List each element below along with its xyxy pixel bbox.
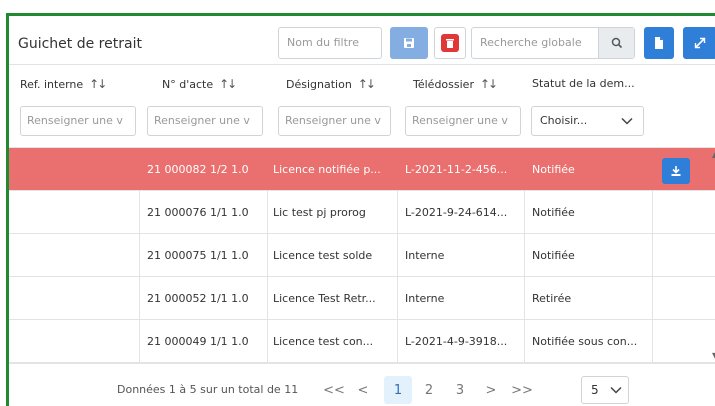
expand-button[interactable] (683, 27, 715, 59)
column-label: Ref. interne (20, 77, 84, 91)
teledossier-cell: L-2021-11-2-456... (405, 163, 508, 176)
column-label: Statut de la dem... (532, 77, 635, 90)
download-icon (671, 166, 681, 176)
table-row[interactable]: 21 000082 1/2 1.0 Licence notifiée p... … (9, 148, 715, 191)
acte-cell: 21 000075 1/1 1.0 (147, 249, 249, 262)
table-row[interactable]: 21 000076 1/1 1.0 Lic test pj prorog L-2… (9, 191, 715, 234)
designation-cell: Licence test solde (273, 249, 373, 262)
teledossier-cell: L-2021-9-24-614... (405, 206, 508, 219)
teledossier-filter-input[interactable]: Renseigner une v (405, 106, 521, 136)
sort-icon[interactable]: ↑↓ (480, 77, 498, 91)
statut-cell: Retirée (532, 292, 572, 305)
acte-cell: 21 000082 1/2 1.0 (147, 163, 249, 176)
acte-cell: 21 000076 1/1 1.0 (147, 206, 249, 219)
export-button[interactable] (644, 27, 674, 59)
panel-title: Guichet de retrait (18, 36, 142, 52)
column-header-acte[interactable]: N° d'acte ↑↓ (162, 77, 237, 91)
retrait-panel: Guichet de retrait Nom du filtre Recherc… (6, 13, 715, 406)
designation-cell: Lic test pj prorog (273, 206, 366, 219)
acte-cell: 21 000052 1/1 1.0 (147, 292, 249, 305)
table-row[interactable]: 21 000052 1/1 1.0 Licence Test Retr... I… (9, 277, 715, 320)
table-row[interactable]: 21 000075 1/1 1.0 Licence test solde Int… (9, 234, 715, 277)
chevron-down-icon (621, 117, 633, 125)
statut-cell: Notifiée sous con... (532, 335, 638, 348)
column-filter-row: Renseigner une v Renseigner une v Rensei… (9, 100, 715, 148)
chevron-down-icon (610, 386, 622, 394)
table-row[interactable]: 21 000049 1/1 1.0 Licence test con... L-… (9, 320, 715, 363)
statut-filter-select[interactable]: Choisir... (531, 106, 644, 136)
global-search-field[interactable]: Recherche globale (471, 27, 635, 59)
search-button[interactable] (598, 28, 634, 58)
designation-cell: Licence Test Retr... (273, 292, 376, 305)
floppy-disk-icon (404, 38, 414, 48)
designation-cell: Licence notifiée p... (273, 163, 381, 176)
trash-icon (441, 34, 459, 52)
teledossier-cell: L-2021-4-9-3918... (405, 335, 508, 348)
column-label: Télédossier (413, 77, 474, 91)
expand-icon (694, 37, 706, 49)
column-header-statut[interactable]: Statut de la dem... (532, 77, 635, 90)
global-search-input[interactable]: Recherche globale (472, 28, 598, 58)
search-icon (611, 37, 622, 49)
last-page-button[interactable]: >> (508, 376, 536, 404)
acte-cell: 21 000049 1/1 1.0 (147, 335, 249, 348)
rows-per-page-select[interactable]: 5 (581, 376, 629, 404)
filter-name-input[interactable]: Nom du filtre (278, 27, 382, 59)
table-body: 21 000082 1/2 1.0 Licence notifiée p... … (9, 148, 715, 363)
rows-per-page-value: 5 (591, 383, 599, 397)
page-button-1[interactable]: 1 (384, 376, 412, 404)
first-page-button[interactable]: << (320, 376, 348, 404)
download-button[interactable] (662, 158, 690, 184)
pagination-info: Données 1 à 5 sur un total de 11 (117, 383, 299, 396)
table-header: Ref. interne ↑↓ N° d'acte ↑↓ Désignation… (9, 64, 715, 100)
page-button-3[interactable]: 3 (446, 376, 474, 404)
sort-icon[interactable]: ↑↓ (358, 77, 376, 91)
acte-filter-input[interactable]: Renseigner une v (147, 106, 263, 136)
previous-page-button[interactable]: < (349, 376, 377, 404)
designation-cell: Licence test con... (273, 335, 374, 348)
file-icon (655, 37, 663, 49)
teledossier-cell: Interne (405, 292, 445, 305)
pagination: Données 1 à 5 sur un total de 11 << < 1 … (9, 363, 715, 406)
designation-filter-input[interactable]: Renseigner une v (278, 106, 391, 136)
statut-cell: Notifiée (532, 163, 575, 176)
column-header-teledossier[interactable]: Télédossier ↑↓ (413, 77, 498, 91)
page-button-2[interactable]: 2 (415, 376, 443, 404)
delete-filter-button[interactable] (434, 27, 466, 59)
sort-icon[interactable]: ↑↓ (219, 77, 237, 91)
column-header-designation[interactable]: Désignation ↑↓ (286, 77, 376, 91)
next-page-button[interactable]: > (477, 376, 505, 404)
save-filter-button[interactable] (390, 27, 428, 59)
statut-cell: Notifiée (532, 249, 575, 262)
statut-cell: Notifiée (532, 206, 575, 219)
ref-filter-input[interactable]: Renseigner une v (20, 106, 136, 136)
toolbar: Guichet de retrait Nom du filtre Recherc… (9, 16, 715, 64)
table-scrollbar[interactable]: ▲ ▼ (711, 148, 715, 362)
teledossier-cell: Interne (405, 249, 445, 262)
statut-filter-value: Choisir... (540, 114, 588, 127)
column-header-ref[interactable]: Ref. interne ↑↓ (20, 77, 107, 91)
column-label: N° d'acte (162, 77, 214, 91)
column-label: Désignation (286, 77, 352, 91)
sort-icon[interactable]: ↑↓ (89, 77, 107, 91)
